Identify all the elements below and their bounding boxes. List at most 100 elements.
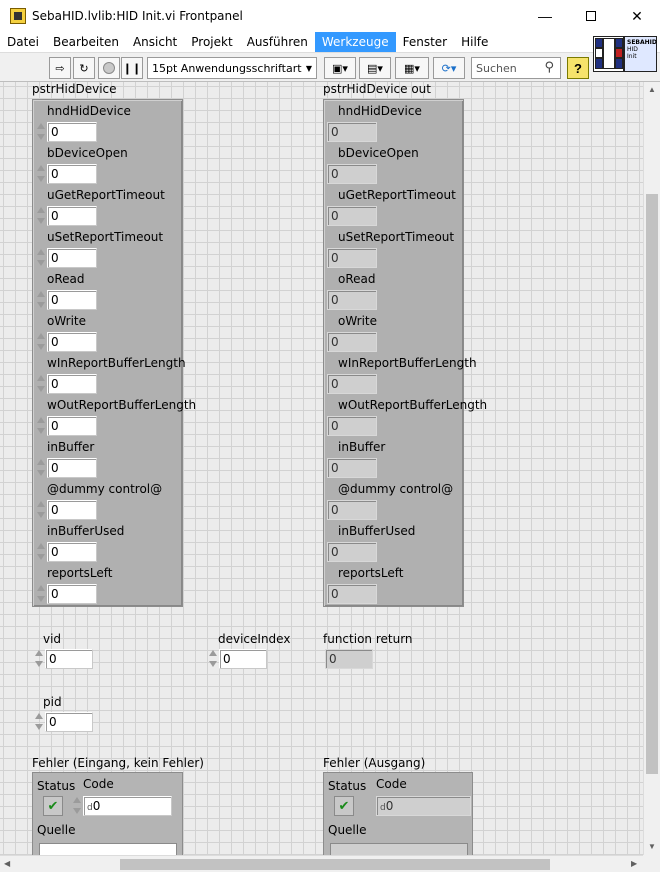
output_cluster-field-indicator-row: 0 xyxy=(327,290,377,310)
input_cluster-field-control: 0 xyxy=(35,164,97,184)
input_cluster-field-increment-decrement[interactable] xyxy=(35,121,47,143)
deviceindex-control: 0 xyxy=(207,649,267,669)
font-dropdown[interactable]: 15pt Anwendungsschriftart ▼ xyxy=(147,57,317,79)
search-input[interactable]: Suchen ⚲ xyxy=(471,57,561,79)
menu-projekt[interactable]: Projekt xyxy=(184,32,239,52)
input_cluster-field-control: 0 xyxy=(35,458,97,478)
input_cluster-field-label: hndHidDevice xyxy=(47,104,131,118)
error-in-label: Fehler (Eingang, kein Fehler) xyxy=(32,756,204,770)
error-in-code-input[interactable]: d0 xyxy=(83,796,172,816)
input_cluster-field-label: inBufferUsed xyxy=(47,524,125,538)
run-button[interactable]: ⇨ xyxy=(49,57,71,79)
output_cluster-field-indicator-row: 0 xyxy=(327,374,377,394)
horizontal-scrollbar[interactable]: ◀ ▶ xyxy=(0,855,643,872)
input_cluster-field-increment-decrement[interactable] xyxy=(35,163,47,185)
menu-datei[interactable]: Datei xyxy=(0,32,46,52)
align-objects-button[interactable]: ▣▾ xyxy=(324,57,356,79)
input_cluster-field-increment-decrement[interactable] xyxy=(35,499,47,521)
error-in-code-label: Code xyxy=(83,777,114,791)
horizontal-scroll-thumb[interactable] xyxy=(120,859,550,870)
connector-pane-icon xyxy=(594,37,624,71)
vi-connector-pane[interactable]: SEBAHID HID Init xyxy=(593,36,657,72)
scroll-left-icon[interactable]: ◀ xyxy=(4,859,10,868)
pid-input[interactable]: 0 xyxy=(45,712,93,732)
deviceindex-input[interactable]: 0 xyxy=(219,649,267,669)
abort-button[interactable] xyxy=(98,57,120,79)
pid-increment-decrement[interactable] xyxy=(33,711,45,733)
input_cluster-field-input[interactable]: 0 xyxy=(47,122,97,142)
vid-increment-decrement[interactable] xyxy=(33,648,45,670)
error-in-source-input[interactable] xyxy=(39,843,177,855)
vertical-scrollbar[interactable]: ▲ ▼ xyxy=(643,82,660,855)
input_cluster-field-input[interactable]: 0 xyxy=(47,374,97,394)
window-title: SebaHID.lvlib:HID Init.vi Frontpanel xyxy=(32,8,243,23)
front-panel[interactable]: pstrHidDevice hndHidDevice 0 bDeviceOpen 0 u… xyxy=(0,82,643,855)
input_cluster-field-input[interactable]: 0 xyxy=(47,542,97,562)
input_cluster-field-increment-decrement[interactable] xyxy=(35,541,47,563)
input_cluster-field-input[interactable]: 0 xyxy=(47,290,97,310)
menu-fenster[interactable]: Fenster xyxy=(396,32,455,52)
output_cluster-field-indicator: 0 xyxy=(327,332,377,352)
pause-button[interactable]: ❙❙ xyxy=(121,57,143,79)
input_cluster-field-input[interactable]: 0 xyxy=(47,416,97,436)
resize-objects-button[interactable]: ▦▾ xyxy=(395,57,429,79)
close-icon: ✕ xyxy=(631,7,643,24)
output_cluster-field-indicator-row: 0 xyxy=(327,206,377,226)
output_cluster-field-indicator: 0 xyxy=(327,458,377,478)
input_cluster-field-control: 0 xyxy=(35,332,97,352)
output_cluster-field-indicator: 0 xyxy=(327,206,377,226)
input_cluster-field-input[interactable]: 0 xyxy=(47,248,97,268)
input_cluster-field-input[interactable]: 0 xyxy=(47,458,97,478)
menu-ansicht[interactable]: Ansicht xyxy=(126,32,184,52)
scroll-up-icon[interactable]: ▲ xyxy=(648,85,656,94)
input_cluster-field-input[interactable]: 0 xyxy=(47,164,97,184)
error-in-code-increment-decrement[interactable] xyxy=(71,795,83,817)
maximize-button[interactable] xyxy=(568,0,614,32)
input_cluster-field-increment-decrement[interactable] xyxy=(35,331,47,353)
error-in-status-checkbox[interactable]: ✔ xyxy=(43,796,63,816)
input_cluster-field-increment-decrement[interactable] xyxy=(35,373,47,395)
input_cluster-field-label: oWrite xyxy=(47,314,87,328)
input_cluster-field-increment-decrement[interactable] xyxy=(35,457,47,479)
menu-hilfe[interactable]: Hilfe xyxy=(454,32,495,52)
run-continuously-button[interactable]: ↻ xyxy=(73,57,95,79)
input_cluster-field-control: 0 xyxy=(35,248,97,268)
output_cluster-field-indicator: 0 xyxy=(327,584,377,604)
scroll-down-icon[interactable]: ▼ xyxy=(648,842,656,851)
input_cluster-field-increment-decrement[interactable] xyxy=(35,289,47,311)
error-out-status-label: Status xyxy=(328,779,367,793)
output_cluster-field-indicator-row: 0 xyxy=(327,248,377,268)
menu-ausfuehren[interactable]: Ausführen xyxy=(240,32,315,52)
close-button[interactable]: ✕ xyxy=(614,0,660,32)
deviceindex-increment-decrement[interactable] xyxy=(207,648,219,670)
output_cluster-field-indicator: 0 xyxy=(327,542,377,562)
output_cluster-field-indicator: 0 xyxy=(327,374,377,394)
error-out-label: Fehler (Ausgang) xyxy=(323,756,426,770)
distribute-objects-button[interactable]: ▤▾ xyxy=(359,57,391,79)
vid-input[interactable]: 0 xyxy=(45,649,93,669)
minimize-button[interactable]: — xyxy=(522,0,568,32)
error-out-code-value: 0 xyxy=(385,799,394,813)
output_cluster-field-indicator: 0 xyxy=(327,416,377,436)
vertical-scroll-thumb[interactable] xyxy=(646,194,658,774)
menu-werkzeuge[interactable]: Werkzeuge xyxy=(314,32,396,52)
error-out-code-label: Code xyxy=(376,777,407,791)
output_cluster-field-label: reportsLeft xyxy=(338,566,404,580)
input_cluster-field-increment-decrement[interactable] xyxy=(35,205,47,227)
input_cluster-field-input[interactable]: 0 xyxy=(47,332,97,352)
scroll-right-icon[interactable]: ▶ xyxy=(631,859,637,868)
input_cluster-field-input[interactable]: 0 xyxy=(47,206,97,226)
input_cluster-field-label: reportsLeft xyxy=(47,566,113,580)
input_cluster-field-increment-decrement[interactable] xyxy=(35,247,47,269)
reorder-button[interactable]: ⟳▾ xyxy=(433,57,465,79)
output_cluster-field-indicator: 0 xyxy=(327,290,377,310)
context-help-button[interactable]: ? xyxy=(567,57,589,79)
input_cluster-field-input[interactable]: 0 xyxy=(47,584,97,604)
search-placeholder: Suchen xyxy=(476,61,517,75)
input_cluster-field-input[interactable]: 0 xyxy=(47,500,97,520)
output_cluster-field-indicator: 0 xyxy=(327,122,377,142)
menu-bearbeiten[interactable]: Bearbeiten xyxy=(46,32,126,52)
vid-label: vid xyxy=(43,632,62,646)
input_cluster-field-increment-decrement[interactable] xyxy=(35,415,47,437)
input_cluster-field-increment-decrement[interactable] xyxy=(35,583,47,605)
